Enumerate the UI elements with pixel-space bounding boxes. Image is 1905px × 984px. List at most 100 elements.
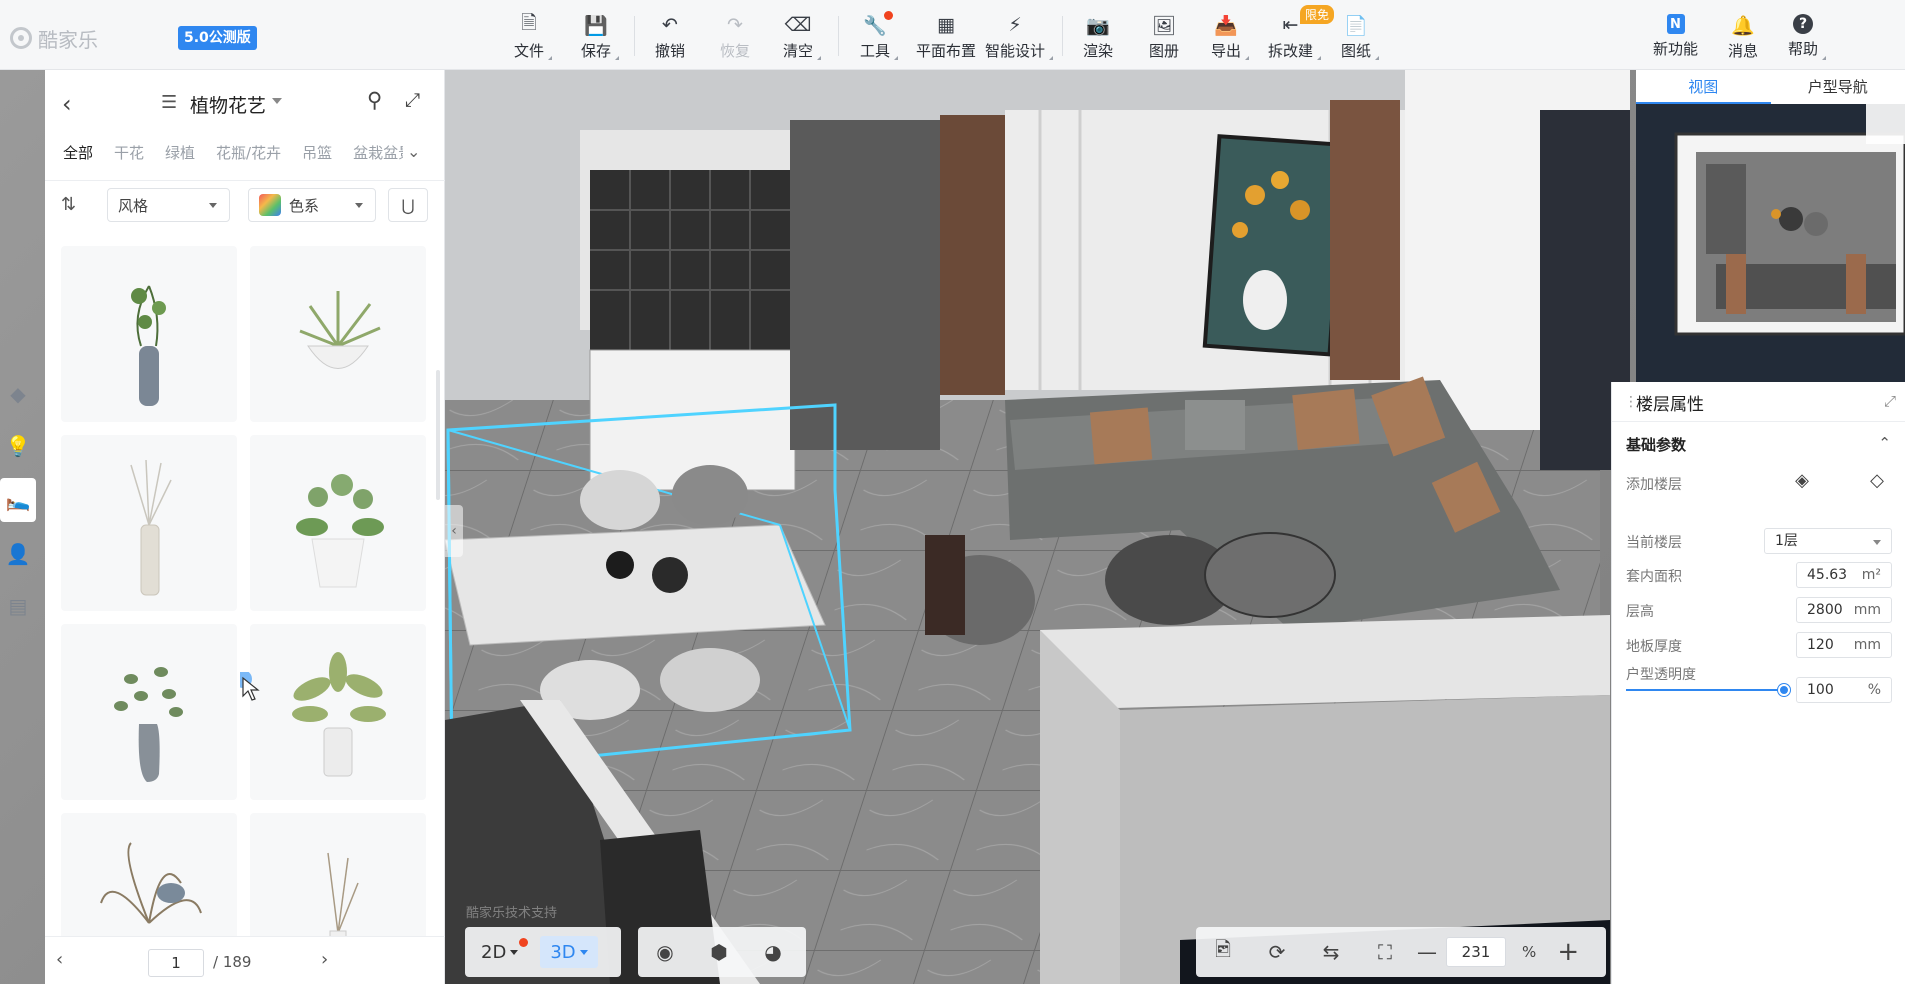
new-features-button[interactable]: N 新功能 — [1653, 14, 1698, 64]
file-button[interactable]: 🗎 文件 — [514, 12, 553, 64]
furniture-icon[interactable]: 🛌 — [0, 478, 36, 522]
screenshot-icon[interactable]: 🖻 — [1196, 927, 1250, 977]
tab-all[interactable]: 全部 — [63, 142, 93, 172]
transparency-slider-thumb[interactable] — [1778, 684, 1790, 696]
tab-bonsai[interactable]: 盆栽盆景 — [353, 142, 403, 172]
gauge-icon[interactable]: ◕ — [746, 927, 800, 977]
left-icon-rail: ◆ 💡 🛌 👤 ▤ — [0, 380, 36, 630]
transparency-field[interactable]: 100 % — [1796, 677, 1892, 703]
add-floor-down-icon[interactable]: ◇ — [1863, 466, 1891, 494]
album-icon: 🖼 — [1151, 14, 1177, 37]
floorplan-minimap[interactable] — [1636, 104, 1905, 382]
slab-thickness-field[interactable]: 120 mm — [1796, 632, 1892, 658]
style-dropdown[interactable]: 风格 — [107, 188, 230, 222]
tab-green-plants[interactable]: 绿植 — [165, 142, 195, 172]
floor-layout-button[interactable]: ▦ 平面布置 — [916, 14, 976, 64]
product-card[interactable] — [61, 435, 237, 611]
tab-hanging-baskets[interactable]: 吊篮 — [302, 142, 332, 172]
display-options-group: ◉ ⬢ ◕ — [638, 927, 806, 977]
section-title[interactable]: 基础参数 — [1626, 434, 1686, 455]
album-button[interactable]: 🖼 图册 — [1149, 14, 1179, 64]
save-button[interactable]: 💾 保存 — [581, 14, 620, 64]
floor-height-field[interactable]: 2800 mm — [1796, 597, 1892, 623]
chevron-up-icon[interactable]: ⌃ — [1878, 434, 1891, 452]
switch-camera-icon[interactable]: ⇆ — [1304, 927, 1358, 977]
zoom-in-icon[interactable]: + — [1548, 927, 1588, 977]
tools-button[interactable]: 🔧 工具 — [860, 11, 899, 64]
product-card[interactable] — [61, 813, 237, 936]
product-card[interactable] — [61, 624, 237, 800]
floor-height-label: 层高 — [1626, 604, 1654, 620]
drawings-button[interactable]: 📄 图纸 — [1341, 14, 1380, 64]
floor-properties-panel: ⋮⋮ 楼层属性 ⤢ 基础参数 ⌃ 添加楼层 ◈ ◇ 当前楼层 1层 套内面积 4… — [1611, 382, 1905, 984]
camera-controls-group: 🖻 ⟳ ⇆ ⛶ — 231 % + — [1196, 927, 1606, 977]
messages-button[interactable]: 🔔 消息 — [1728, 14, 1758, 64]
eye-icon[interactable]: ◉ — [638, 927, 692, 977]
undo-icon: ↶ — [662, 14, 678, 36]
product-card[interactable] — [250, 624, 426, 800]
filter-icon: ⋃ — [401, 195, 415, 215]
export-icon: 📥 — [1214, 14, 1238, 37]
product-card[interactable] — [250, 813, 426, 936]
tab-floorplan-nav[interactable]: 户型导航 — [1771, 70, 1905, 104]
clear-button[interactable]: ⌫ 清空 — [783, 14, 822, 64]
product-card[interactable] — [61, 246, 237, 422]
help-icon: ? — [1793, 14, 1813, 34]
lightbulb-icon[interactable]: 💡 — [4, 432, 32, 460]
zoom-out-icon[interactable]: — — [1412, 927, 1442, 977]
mode-2d-button[interactable]: 2D — [471, 936, 529, 968]
panel-collapse-handle[interactable]: ‹ — [445, 505, 463, 557]
product-card[interactable] — [250, 246, 426, 422]
cube-icon[interactable]: ⬢ — [692, 927, 746, 977]
current-floor-select[interactable]: 1层 — [1764, 528, 1892, 554]
page-number-input[interactable] — [148, 949, 204, 977]
file-icon: 🗎 — [521, 12, 537, 34]
lightning-icon: ⚡ — [1008, 14, 1022, 36]
search-icon[interactable]: ⚲ — [367, 88, 382, 112]
zoom-level-input[interactable]: 231 — [1446, 937, 1506, 967]
color-dropdown[interactable]: 色系 — [248, 188, 376, 222]
grid-scrollbar[interactable] — [436, 370, 440, 500]
reset-view-icon[interactable]: ⟳ — [1250, 927, 1304, 977]
layers-icon[interactable]: ◆ — [4, 380, 32, 408]
drawing-icon: 📄 — [1344, 14, 1368, 37]
tab-vases-flowers[interactable]: 花瓶/花卉 — [216, 142, 281, 172]
mode-3d-button[interactable]: 3D — [540, 936, 598, 968]
popout-icon[interactable]: ⤢ — [1884, 392, 1896, 410]
add-floor-up-icon[interactable]: ◈ — [1788, 466, 1816, 494]
smart-design-button[interactable]: ⚡ 智能设计 — [985, 14, 1054, 64]
add-floor-label: 添加楼层 — [1626, 477, 1682, 493]
render-button[interactable]: 📷 渲染 — [1083, 14, 1113, 64]
inner-area-field[interactable]: 45.63 m² — [1796, 562, 1892, 588]
expand-icon[interactable]: ⤢ — [405, 89, 420, 111]
catalog-title[interactable]: 植物花艺 — [190, 91, 266, 118]
app-logo[interactable]: 酷家乐 — [10, 26, 98, 52]
filter-button[interactable]: ⋃ — [388, 188, 428, 222]
chevron-down-icon[interactable] — [272, 98, 282, 104]
save-icon: 💾 — [584, 14, 608, 37]
prev-page-icon[interactable]: ‹ — [56, 949, 63, 970]
chevron-down-icon[interactable]: ⌄ — [407, 142, 420, 161]
next-page-icon[interactable]: › — [321, 949, 328, 970]
product-card[interactable] — [250, 435, 426, 611]
list-icon[interactable]: ☰ — [161, 92, 177, 113]
redo-button[interactable]: ↷ 恢复 — [720, 14, 750, 64]
tab-view[interactable]: 视图 — [1636, 70, 1771, 104]
export-button[interactable]: 📥 导出 — [1211, 14, 1250, 64]
current-floor-label: 当前楼层 — [1626, 535, 1682, 551]
sort-icon[interactable]: ⇅ — [61, 194, 85, 216]
user-icon[interactable]: 👤 — [4, 540, 32, 568]
redo-icon: ↷ — [727, 14, 743, 36]
back-arrow-icon[interactable]: ‹ — [62, 90, 72, 118]
cabinet-icon[interactable]: ▤ — [4, 592, 32, 620]
page-total: / 189 — [213, 953, 252, 971]
tab-dried-flowers[interactable]: 干花 — [114, 142, 144, 172]
fullscreen-icon[interactable]: ⛶ — [1358, 927, 1412, 977]
rebuild-icon: ⇤ — [1282, 14, 1299, 36]
help-button[interactable]: ? 帮助 — [1788, 14, 1827, 64]
mouse-cursor-icon — [240, 672, 260, 701]
version-badge[interactable]: 5.0公测版 — [178, 26, 257, 50]
limited-free-badge: 限免 — [1300, 5, 1335, 24]
undo-button[interactable]: ↶ 撤销 — [655, 14, 685, 64]
transparency-slider-track[interactable] — [1626, 689, 1783, 691]
